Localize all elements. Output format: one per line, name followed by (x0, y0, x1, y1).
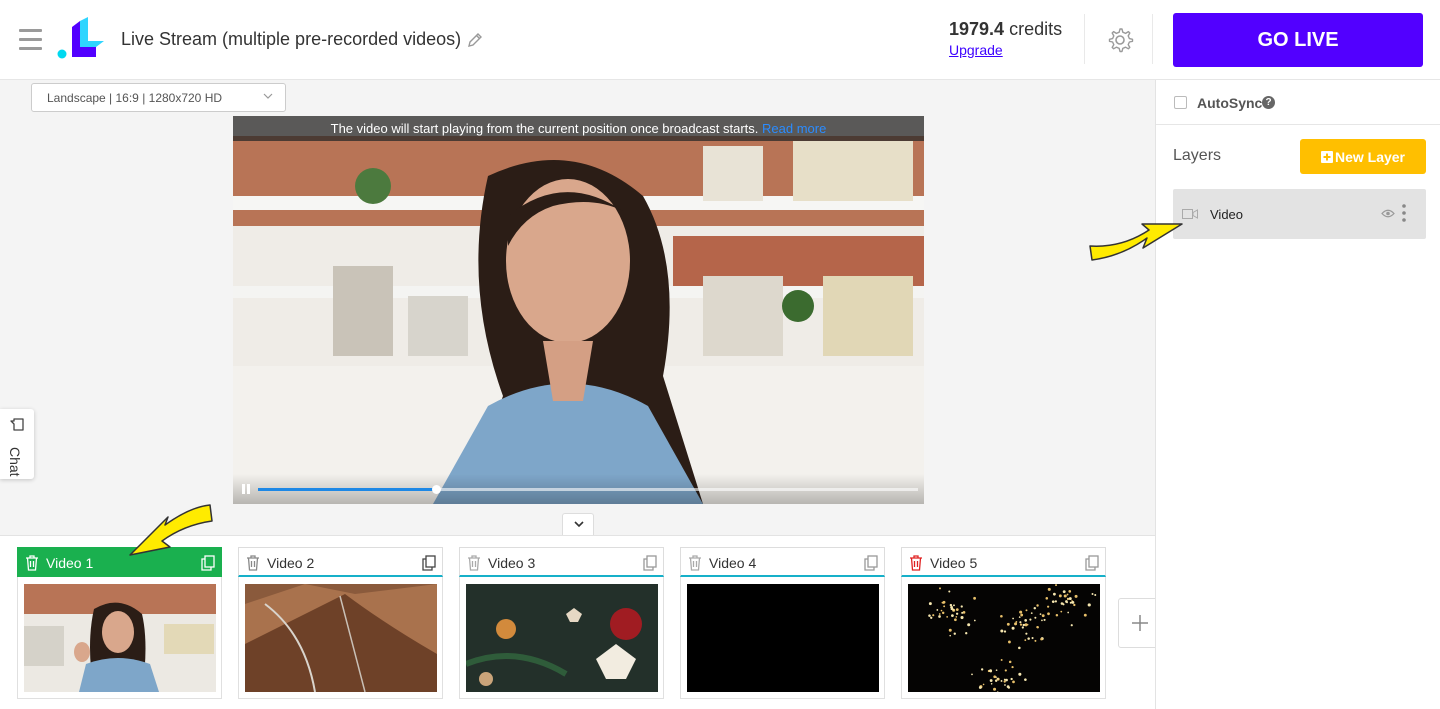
credits-value: 1979.4 (949, 19, 1005, 39)
seek-progress (258, 488, 437, 491)
chat-icon (10, 418, 24, 431)
seek-handle[interactable] (432, 485, 442, 494)
app-logo (57, 17, 104, 59)
more-options-icon[interactable] (1402, 204, 1406, 222)
chat-label: Chat (7, 447, 23, 477)
divider (1152, 14, 1153, 64)
stream-title: Live Stream (multiple pre-recorded video… (121, 29, 462, 49)
preview-video-frame (233, 116, 924, 504)
collapse-toggle[interactable] (562, 513, 594, 535)
video-thumbnail[interactable] (687, 584, 879, 692)
plus-square-icon (1320, 150, 1333, 163)
copy-icon[interactable] (643, 555, 657, 571)
copy-icon[interactable] (864, 555, 878, 571)
top-header: Live Stream (multiple pre-recorded video… (0, 0, 1440, 80)
canvas-area: Landscape | 16:9 | 1280x720 HD The video… (0, 80, 1155, 535)
video-preview[interactable]: The video will start playing from the cu… (233, 116, 924, 504)
hamburger-icon[interactable] (19, 29, 42, 51)
autosync-label: AutoSync (1197, 95, 1263, 111)
video-card-header: Video 4 (680, 547, 885, 577)
broadcast-notice: The video will start playing from the cu… (233, 116, 924, 141)
layer-name: Video (1210, 207, 1244, 222)
video-card[interactable]: Video 1 (17, 547, 222, 699)
layers-title: Layers (1173, 147, 1222, 164)
video-thumbnail[interactable] (908, 584, 1100, 692)
credits-unit: credits (1009, 19, 1063, 39)
resolution-select[interactable]: Landscape | 16:9 | 1280x720 HD (31, 83, 286, 112)
video-card-name: Video 3 (488, 555, 536, 571)
pencil-icon[interactable] (466, 31, 484, 49)
copy-icon[interactable] (1085, 555, 1099, 571)
new-layer-label: New Layer (1334, 148, 1406, 165)
video-card-name: Video 4 (709, 555, 757, 571)
video-camera-icon (1182, 209, 1198, 219)
go-live-button[interactable]: GO LIVE (1173, 13, 1423, 67)
copy-icon[interactable] (201, 555, 215, 571)
video-card[interactable]: Video 3 (459, 547, 664, 699)
video-playlist: Video 1 Video 2 Video 3 Video 4 Video 5 (0, 535, 1158, 709)
seek-bar[interactable] (258, 485, 918, 494)
notice-text: The video will start playing from the cu… (330, 121, 759, 136)
video-card[interactable]: Video 2 (238, 547, 443, 699)
copy-icon[interactable] (422, 555, 436, 571)
trash-icon[interactable] (909, 555, 923, 571)
player-controls (233, 474, 924, 504)
video-card-header: Video 1 (17, 547, 222, 577)
video-card[interactable]: Video 4 (680, 547, 885, 699)
divider (1084, 14, 1085, 64)
read-more-link[interactable]: Read more (762, 121, 826, 136)
layer-item-video[interactable]: Video (1173, 189, 1426, 239)
video-thumbnail[interactable] (245, 584, 437, 692)
upgrade-link[interactable]: Upgrade (949, 42, 1003, 58)
autosync-checkbox[interactable] (1174, 96, 1187, 109)
gear-icon[interactable] (1106, 26, 1134, 54)
help-icon[interactable]: ? (1262, 96, 1275, 109)
chevron-down-icon (263, 93, 273, 99)
trash-icon[interactable] (246, 555, 260, 571)
video-card-header: Video 2 (238, 547, 443, 577)
layers-sidebar: AutoSync ? Layers New Layer Video (1155, 80, 1440, 709)
new-layer-button[interactable]: New Layer (1300, 139, 1426, 174)
plus-icon (1132, 615, 1148, 631)
video-card-name: Video 2 (267, 555, 315, 571)
video-card-header: Video 5 (901, 547, 1106, 577)
video-thumbnail[interactable] (24, 584, 216, 692)
eye-icon[interactable] (1381, 209, 1395, 218)
video-card-name: Video 1 (46, 555, 94, 571)
autosync-row: AutoSync ? (1156, 80, 1440, 125)
trash-icon[interactable] (467, 555, 481, 571)
chevron-down-icon (574, 521, 584, 528)
video-card-header: Video 3 (459, 547, 664, 577)
trash-icon[interactable] (25, 555, 39, 571)
credits-display: 1979.4 credits (949, 19, 1062, 40)
video-card-name: Video 5 (930, 555, 978, 571)
video-card[interactable]: Video 5 (901, 547, 1106, 699)
add-video-button[interactable] (1118, 598, 1158, 648)
pause-icon[interactable] (242, 484, 250, 494)
chat-tab[interactable]: Chat (0, 409, 34, 479)
resolution-value: Landscape | 16:9 | 1280x720 HD (47, 91, 223, 105)
video-thumbnail[interactable] (466, 584, 658, 692)
trash-icon[interactable] (688, 555, 702, 571)
